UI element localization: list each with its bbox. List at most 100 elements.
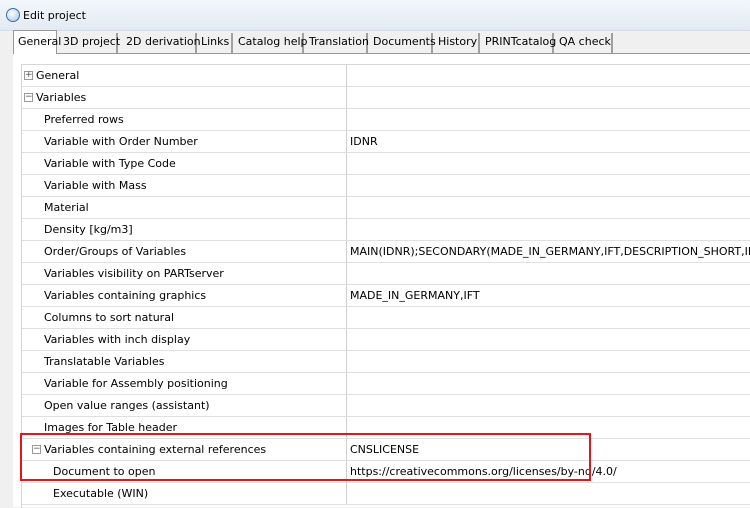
property-row[interactable]: Variable with Type Code — [22, 153, 750, 175]
property-value[interactable]: CNSLICENSE — [350, 439, 750, 460]
tab-label: 3D project — [63, 35, 121, 48]
property-value[interactable] — [350, 65, 750, 86]
expand-icon[interactable]: + — [24, 71, 33, 80]
tab-label: Documents — [373, 35, 436, 48]
property-name: − Variables — [22, 87, 347, 108]
property-row[interactable]: Columns to sort natural — [22, 307, 750, 329]
property-name: Images for Table header — [22, 417, 347, 438]
title-bar: Edit project — [0, 0, 750, 31]
property-name: Preferred rows — [22, 109, 347, 130]
property-value[interactable] — [350, 87, 750, 108]
property-row[interactable]: Open value ranges (assistant) — [22, 395, 750, 417]
property-value[interactable] — [350, 351, 750, 372]
tab-3d-project[interactable]: 3D project — [58, 33, 121, 53]
property-name: Open value ranges (assistant) — [22, 395, 347, 416]
property-label: Order/Groups of Variables — [44, 245, 187, 258]
property-row[interactable]: Variable with Order Number IDNR — [22, 131, 750, 153]
property-value[interactable] — [350, 219, 750, 240]
property-row-external-references[interactable]: − Variables containing external referenc… — [22, 439, 750, 461]
property-label: Variable with Order Number — [44, 135, 198, 148]
tab-general[interactable]: General — [13, 30, 61, 54]
property-name: Columns to sort natural — [22, 307, 347, 328]
property-label: Density [kg/m3] — [44, 223, 133, 236]
property-label: Variable with Mass — [44, 179, 147, 192]
property-row[interactable]: Preferred rows — [22, 109, 750, 131]
property-value[interactable] — [350, 417, 750, 438]
property-row[interactable]: Variables visibility on PARTserver — [22, 263, 750, 285]
property-label: Material — [44, 201, 89, 214]
property-value[interactable] — [350, 483, 750, 504]
property-name: Translatable Variables — [22, 351, 347, 372]
tab-links[interactable]: Links — [196, 33, 233, 53]
property-row[interactable]: Density [kg/m3] — [22, 219, 750, 241]
property-row[interactable]: Material — [22, 197, 750, 219]
tab-printcatalog[interactable]: PRINTcatalog — [480, 33, 557, 53]
property-name: Variable with Mass — [22, 175, 347, 196]
tab-label: QA check — [559, 35, 611, 48]
property-label: Variables — [36, 91, 87, 104]
property-row[interactable]: Order/Groups of Variables MAIN(IDNR);SEC… — [22, 241, 750, 263]
tab-label: PRINTcatalog — [485, 35, 557, 48]
tab-label: History — [438, 35, 478, 48]
property-name: Variable for Assembly positioning — [22, 373, 347, 394]
property-name: Density [kg/m3] — [22, 219, 347, 240]
tab-documents[interactable]: Documents — [368, 33, 436, 53]
property-name: + General — [22, 65, 347, 86]
property-name: − Variables containing external referenc… — [22, 439, 347, 460]
property-value[interactable]: MAIN(IDNR);SECONDARY(MADE_IN_GERMANY,IFT… — [350, 241, 750, 262]
property-label: Document to open — [53, 465, 156, 478]
tab-label: Catalog help — [238, 35, 308, 48]
property-label: Preferred rows — [44, 113, 124, 126]
property-value[interactable]: https://creativecommons.org/licenses/by-… — [350, 461, 750, 482]
property-value[interactable] — [350, 263, 750, 284]
property-label: Images for Table header — [44, 421, 177, 434]
property-name: Order/Groups of Variables — [22, 241, 347, 262]
property-name: Material — [22, 197, 347, 218]
property-value[interactable] — [350, 373, 750, 394]
property-name: Document to open — [22, 461, 347, 482]
property-value[interactable] — [350, 307, 750, 328]
property-row[interactable]: Executable (WIN) — [22, 483, 750, 505]
property-row[interactable]: Variables containing graphics MADE_IN_GE… — [22, 285, 750, 307]
property-name: Variable with Order Number — [22, 131, 347, 152]
property-value[interactable] — [350, 197, 750, 218]
tab-2d-derivation[interactable]: 2D derivation — [121, 33, 201, 53]
property-row[interactable]: Images for Table header — [22, 417, 750, 439]
property-value[interactable]: MADE_IN_GERMANY,IFT — [350, 285, 750, 306]
property-value[interactable]: IDNR — [350, 131, 750, 152]
property-row[interactable]: Variable for Assembly positioning — [22, 373, 750, 395]
property-label: General — [36, 69, 80, 82]
tab-label: Links — [201, 35, 230, 48]
collapse-icon[interactable]: − — [24, 93, 33, 102]
property-label: Variable with Type Code — [44, 157, 176, 170]
property-label: Variables visibility on PARTserver — [44, 267, 224, 280]
property-label: Variables containing external references — [44, 443, 267, 456]
property-grid: + General − Variables Preferred rows Var… — [21, 64, 750, 508]
property-value[interactable] — [350, 153, 750, 174]
tab-qa-check[interactable]: QA check — [554, 33, 613, 53]
collapse-icon[interactable]: − — [32, 445, 41, 454]
property-row[interactable]: Variables with inch display — [22, 329, 750, 351]
property-name: Variables with inch display — [22, 329, 347, 350]
property-value[interactable] — [350, 395, 750, 416]
property-label: Executable (WIN) — [53, 487, 149, 500]
property-value[interactable] — [350, 109, 750, 130]
window-title: Edit project — [23, 9, 86, 22]
property-row[interactable]: Variable with Mass — [22, 175, 750, 197]
tab-content-panel: + General − Variables Preferred rows Var… — [13, 54, 750, 508]
property-row-general[interactable]: + General — [22, 65, 750, 87]
property-label: Variables with inch display — [44, 333, 191, 346]
property-name: Variables containing graphics — [22, 285, 347, 306]
property-value[interactable] — [350, 329, 750, 350]
tab-label: 2D derivation — [126, 35, 201, 48]
property-row-document-to-open[interactable]: Document to open https://creativecommons… — [22, 461, 750, 483]
property-row[interactable]: Translatable Variables — [22, 351, 750, 373]
property-label: Variables containing graphics — [44, 289, 207, 302]
property-label: Open value ranges (assistant) — [44, 399, 210, 412]
property-value[interactable] — [350, 175, 750, 196]
tab-history[interactable]: History — [433, 33, 480, 53]
property-label: Columns to sort natural — [44, 311, 175, 324]
tab-catalog-help[interactable]: Catalog help — [233, 33, 308, 53]
property-row-variables[interactable]: − Variables — [22, 87, 750, 109]
tab-translation[interactable]: Translation — [304, 33, 369, 53]
